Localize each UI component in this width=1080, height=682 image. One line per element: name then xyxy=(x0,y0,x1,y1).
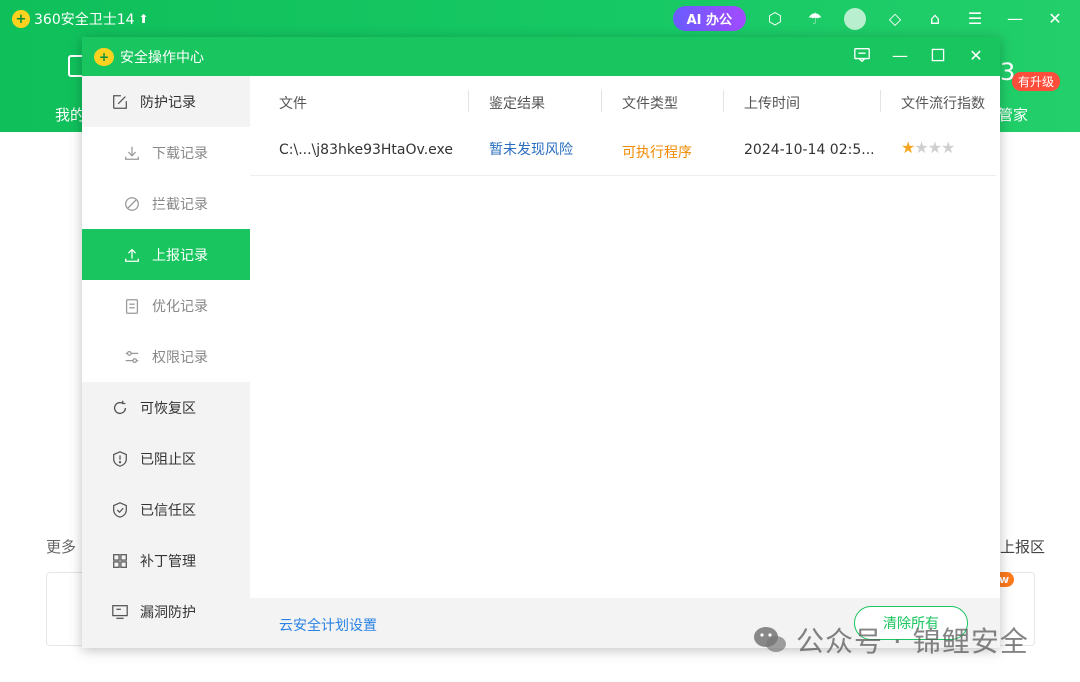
app-logo-icon: + xyxy=(12,10,30,28)
grid-icon xyxy=(110,551,130,571)
sidebar-item-label: 上报记录 xyxy=(152,247,208,264)
skin-icon[interactable]: ⌂ xyxy=(924,8,946,30)
file-type: 可执行程序 xyxy=(622,145,692,161)
star-empty-icon: ★ xyxy=(927,138,942,157)
upload-time: 2024-10-14 02:5... xyxy=(744,142,875,158)
sidebar-item-label: 可恢复区 xyxy=(140,400,196,417)
app-title: 360安全卫士14 xyxy=(34,12,135,28)
dialog-window-controls: — ✕ xyxy=(852,45,986,65)
popularity-rating: ★★★★ xyxy=(901,138,955,157)
sidebar-item-trusted-area[interactable]: 已信任区 xyxy=(82,484,250,535)
sidebar-item-intercept-records[interactable]: 拦截记录 xyxy=(82,178,250,229)
sidebar-item-patch-management[interactable]: 补丁管理 xyxy=(82,535,250,586)
sidebar-item-download-records[interactable]: 下载记录 xyxy=(82,127,250,178)
clipboard-icon xyxy=(122,296,142,316)
column-header-file[interactable]: 文件 xyxy=(279,93,307,113)
sliders-icon xyxy=(122,347,142,367)
ai-office-button[interactable]: AI 办公 xyxy=(672,6,746,31)
sidebar-item-label: 已信任区 xyxy=(140,502,196,519)
column-header-popularity[interactable]: 文件流行指数 xyxy=(901,93,985,113)
sidebar-item-optimization-records[interactable]: 优化记录 xyxy=(82,280,250,331)
minimize-icon[interactable]: — xyxy=(1004,8,1026,30)
block-icon xyxy=(122,194,142,214)
security-operation-center-dialog: + 安全操作中心 — ✕ 防护记录 下载记录 拦截记录 上报记录 优化记录 权限… xyxy=(82,37,1000,648)
sidebar-item-vulnerability-protection[interactable]: 漏洞防护 xyxy=(82,586,250,637)
bg-card-left xyxy=(46,572,86,646)
sidebar-item-label: 漏洞防护 xyxy=(140,604,196,621)
column-divider[interactable] xyxy=(880,90,881,112)
upload-icon xyxy=(122,245,142,265)
up-arrow-icon: ⬆ xyxy=(138,12,149,26)
dialog-close-icon[interactable]: ✕ xyxy=(966,45,986,65)
table-row[interactable]: C:\...\j83hke93HtaOv.exe 暂未发现风险 可执行程序 20… xyxy=(250,126,996,176)
sidebar-item-label: 已阻止区 xyxy=(140,451,196,468)
star-empty-icon: ★ xyxy=(941,138,955,157)
sidebar-item-upload-records[interactable]: 上报记录 xyxy=(82,229,250,280)
download-icon xyxy=(122,143,142,163)
sidebar-item-label: 防护记录 xyxy=(140,94,196,111)
close-icon[interactable]: ✕ xyxy=(1044,8,1066,30)
feedback-icon[interactable] xyxy=(852,45,872,65)
sidebar-item-permission-records[interactable]: 权限记录 xyxy=(82,331,250,382)
title-bar-tools: AI 办公 ⬡ ☂ ◇ ⌂ ☰ — ✕ xyxy=(672,6,1066,31)
more-label: 更多 xyxy=(46,538,77,556)
dialog-title: 安全操作中心 xyxy=(120,49,204,66)
refresh-icon xyxy=(110,398,130,418)
wechat-icon xyxy=(754,627,786,652)
column-divider[interactable] xyxy=(468,90,469,112)
sidebar-item-label: 权限记录 xyxy=(152,349,208,366)
dialog-maximize-icon[interactable] xyxy=(928,45,948,65)
watermark-text: 公众号 · 锦鲤安全 xyxy=(796,625,1029,658)
column-header-result[interactable]: 鉴定结果 xyxy=(489,93,545,113)
records-panel: 文件 鉴定结果 文件类型 上传时间 文件流行指数 C:\...\j83hke93… xyxy=(250,76,1000,648)
cloud-security-settings-link[interactable]: 云安全计划设置 xyxy=(279,615,377,635)
result-link[interactable]: 暂未发现风险 xyxy=(489,139,573,159)
nav-my-computer[interactable]: 我的 xyxy=(55,104,85,125)
sidebar-item-label: 下载记录 xyxy=(152,145,208,162)
sidebar-item-label: 优化记录 xyxy=(152,298,208,315)
sidebar-item-blocked-area[interactable]: 已阻止区 xyxy=(82,433,250,484)
column-header-type[interactable]: 文件类型 xyxy=(622,93,678,113)
table-header: 文件 鉴定结果 文件类型 上传时间 文件流行指数 xyxy=(250,76,1000,126)
shield-check-icon xyxy=(110,500,130,520)
menu-icon[interactable]: ☰ xyxy=(964,8,986,30)
dialog-minimize-icon[interactable]: — xyxy=(890,45,910,65)
column-divider[interactable] xyxy=(723,90,724,112)
sidebar-item-label: 补丁管理 xyxy=(140,553,196,570)
sidebar-item-recoverable-area[interactable]: 可恢复区 xyxy=(82,382,250,433)
edit-icon xyxy=(110,92,130,112)
sidebar: 防护记录 下载记录 拦截记录 上报记录 优化记录 权限记录 可恢复区 已阻止区 xyxy=(82,76,250,648)
column-header-upload-time[interactable]: 上传时间 xyxy=(744,93,800,113)
star-filled-icon: ★ xyxy=(901,138,915,157)
upgrade-badge: 有升级 xyxy=(1012,72,1061,91)
monitor-icon xyxy=(110,602,130,622)
lightning-shield-icon[interactable]: ⬡ xyxy=(764,8,786,30)
sidebar-item-protection-records[interactable]: 防护记录 xyxy=(82,76,250,127)
nav-manager[interactable]: 管家 xyxy=(998,104,1028,125)
dialog-logo-icon: + xyxy=(94,47,114,66)
shield-alert-icon xyxy=(110,449,130,469)
notification-icon[interactable]: ◇ xyxy=(884,8,906,30)
report-area-label: 上报区 xyxy=(1000,538,1046,556)
column-divider[interactable] xyxy=(601,90,602,112)
umbrella-icon[interactable]: ☂ xyxy=(804,8,826,30)
star-empty-icon: ★ xyxy=(914,138,928,157)
avatar[interactable] xyxy=(844,7,866,30)
watermark: 公众号 · 锦鲤安全 xyxy=(752,620,1029,660)
app-title-bar: + 360安全卫士14 ⬆ xyxy=(12,9,149,29)
sidebar-item-label: 拦截记录 xyxy=(152,196,208,213)
file-path: C:\...\j83hke93HtaOv.exe xyxy=(279,142,453,158)
